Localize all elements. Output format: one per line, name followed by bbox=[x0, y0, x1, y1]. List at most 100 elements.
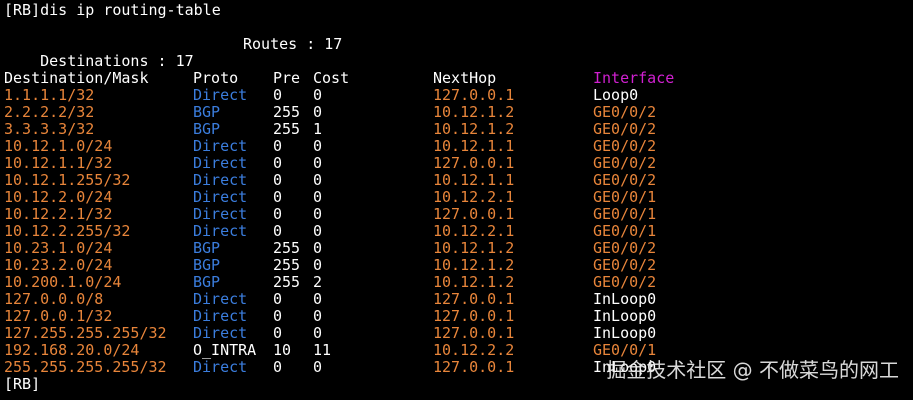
route-preference: 0 bbox=[273, 205, 283, 223]
route-cost: 1 bbox=[313, 120, 323, 138]
header-pre: Pre bbox=[273, 69, 301, 87]
table-row: 3.3.3.3/32 BGP 255 1 10.12.1.2 GE0/0/2 bbox=[4, 121, 904, 138]
cli-prompt[interactable]: [RB] bbox=[4, 376, 40, 393]
command-line: [RB]dis ip routing-table bbox=[4, 1, 221, 19]
route-nexthop: 10.12.1.2 bbox=[433, 120, 515, 138]
route-preference: 0 bbox=[273, 222, 283, 240]
route-interface: GE0/0/2 bbox=[593, 103, 657, 121]
route-protocol: Direct bbox=[193, 171, 248, 189]
route-nexthop: 127.0.0.1 bbox=[433, 86, 515, 104]
route-destination: 10.12.1.0/24 bbox=[4, 137, 113, 155]
route-nexthop: 127.0.0.1 bbox=[433, 205, 515, 223]
route-destination: 10.12.2.0/24 bbox=[4, 188, 113, 206]
route-protocol: BGP bbox=[193, 273, 221, 291]
route-cost: 0 bbox=[313, 290, 323, 308]
route-nexthop: 10.12.1.2 bbox=[433, 273, 515, 291]
route-nexthop: 127.0.0.1 bbox=[433, 154, 515, 172]
route-nexthop: 10.12.2.1 bbox=[433, 188, 515, 206]
table-row: 2.2.2.2/32 BGP 255 0 10.12.1.2 GE0/0/2 bbox=[4, 104, 904, 121]
routing-summary: Destinations : 17 Routes : 17 bbox=[4, 36, 342, 70]
route-preference: 0 bbox=[273, 137, 283, 155]
header-interface: Interface bbox=[593, 69, 675, 87]
route-preference: 255 bbox=[273, 103, 301, 121]
table-row: 127.255.255.255/32 Direct 0 0 127.0.0.1 InLoo… bbox=[4, 325, 904, 342]
route-destination: 1.1.1.1/32 bbox=[4, 86, 95, 104]
route-cost: 0 bbox=[313, 205, 323, 223]
route-interface: InLoop0 bbox=[593, 290, 657, 308]
route-cost: 2 bbox=[313, 273, 323, 291]
watermark-text: 掘金技术社区 @ 不做菜鸟的网工 bbox=[606, 358, 899, 382]
table-row: 127.0.0.0/8 Direct 0 0 127.0.0.1 InLoop0 bbox=[4, 291, 904, 308]
route-nexthop: 10.12.1.2 bbox=[433, 239, 515, 257]
route-nexthop: 127.0.0.1 bbox=[433, 324, 515, 342]
route-destination: 192.168.20.0/24 bbox=[4, 341, 140, 359]
route-preference: 0 bbox=[273, 86, 283, 104]
route-nexthop: 10.12.1.2 bbox=[433, 256, 515, 274]
table-row: 192.168.20.0/24 O_INTRA 10 11 10.12.2.2 GE0/0… bbox=[4, 342, 904, 359]
route-preference: 0 bbox=[273, 188, 283, 206]
route-protocol: BGP bbox=[193, 256, 221, 274]
table-row: 10.23.1.0/24 BGP 255 0 10.12.1.2 GE0/0/2 bbox=[4, 240, 904, 257]
route-interface: GE0/0/2 bbox=[593, 171, 657, 189]
route-protocol: Direct bbox=[193, 222, 248, 240]
route-cost: 0 bbox=[313, 137, 323, 155]
terminal-window[interactable]: [RB]dis ip routing-table Destinations : … bbox=[0, 0, 913, 400]
table-row: 10.12.2.0/24 Direct 0 0 10.12.2.1 GE0/0/1 bbox=[4, 189, 904, 206]
route-cost: 0 bbox=[313, 222, 323, 240]
route-protocol: Direct bbox=[193, 205, 248, 223]
header-nexthop: NextHop bbox=[433, 69, 497, 87]
table-row: 10.23.2.0/24 BGP 255 0 10.12.1.2 GE0/0/2 bbox=[4, 257, 904, 274]
route-preference: 0 bbox=[273, 171, 283, 189]
route-interface: GE0/0/2 bbox=[593, 239, 657, 257]
route-preference: 255 bbox=[273, 256, 301, 274]
route-protocol: Direct bbox=[193, 290, 248, 308]
route-interface: GE0/0/2 bbox=[593, 137, 657, 155]
route-cost: 0 bbox=[313, 324, 323, 342]
route-cost: 0 bbox=[313, 256, 323, 274]
routes-count: Routes : 17 bbox=[243, 35, 343, 53]
route-interface: GE0/0/2 bbox=[593, 120, 657, 138]
route-cost: 11 bbox=[313, 341, 332, 359]
route-protocol: Direct bbox=[193, 324, 248, 342]
route-interface: GE0/0/1 bbox=[593, 205, 657, 223]
route-cost: 0 bbox=[313, 358, 323, 376]
table-row: 127.0.0.1/32 Direct 0 0 127.0.0.1 InLoop0 bbox=[4, 308, 904, 325]
route-interface: GE0/0/1 bbox=[593, 341, 657, 359]
route-interface: Loop0 bbox=[593, 86, 639, 104]
header-proto: Proto bbox=[193, 69, 239, 87]
route-nexthop: 127.0.0.1 bbox=[433, 307, 515, 325]
table-row: 10.12.1.1/32 Direct 0 0 127.0.0.1 GE0/0/2 bbox=[4, 155, 904, 172]
route-nexthop: 10.12.2.2 bbox=[433, 341, 515, 359]
route-protocol: Direct bbox=[193, 358, 248, 376]
route-destination: 2.2.2.2/32 bbox=[4, 103, 95, 121]
route-interface: InLoop0 bbox=[593, 307, 657, 325]
route-cost: 0 bbox=[313, 239, 323, 257]
header-cost: Cost bbox=[313, 69, 350, 87]
route-protocol: Direct bbox=[193, 137, 248, 155]
route-destination: 255.255.255.255/32 bbox=[4, 358, 167, 376]
route-interface: InLoop0 bbox=[593, 324, 657, 342]
route-interface: GE0/0/1 bbox=[593, 188, 657, 206]
route-nexthop: 10.12.2.1 bbox=[433, 222, 515, 240]
route-destination: 127.0.0.0/8 bbox=[4, 290, 104, 308]
route-cost: 0 bbox=[313, 307, 323, 325]
route-preference: 255 bbox=[273, 120, 301, 138]
route-protocol: BGP bbox=[193, 103, 221, 121]
route-destination: 10.200.1.0/24 bbox=[4, 273, 122, 291]
route-destination: 10.12.1.1/32 bbox=[4, 154, 113, 172]
table-row: 10.12.1.255/32 Direct 0 0 10.12.1.1 GE0/0/2 bbox=[4, 172, 904, 189]
route-cost: 0 bbox=[313, 171, 323, 189]
route-preference: 0 bbox=[273, 358, 283, 376]
route-preference: 0 bbox=[273, 324, 283, 342]
table-header: Destination/Mask Proto Pre Cost NextHop … bbox=[4, 70, 904, 87]
route-destination: 127.255.255.255/32 bbox=[4, 324, 167, 342]
route-interface: GE0/0/1 bbox=[593, 222, 657, 240]
route-destination: 10.12.2.255/32 bbox=[4, 222, 131, 240]
table-row: 1.1.1.1/32 Direct 0 0 127.0.0.1 Loop0 bbox=[4, 87, 904, 104]
route-protocol: BGP bbox=[193, 239, 221, 257]
route-preference: 255 bbox=[273, 273, 301, 291]
route-preference: 0 bbox=[273, 307, 283, 325]
route-protocol: Direct bbox=[193, 86, 248, 104]
route-destination: 127.0.0.1/32 bbox=[4, 307, 113, 325]
route-preference: 255 bbox=[273, 239, 301, 257]
